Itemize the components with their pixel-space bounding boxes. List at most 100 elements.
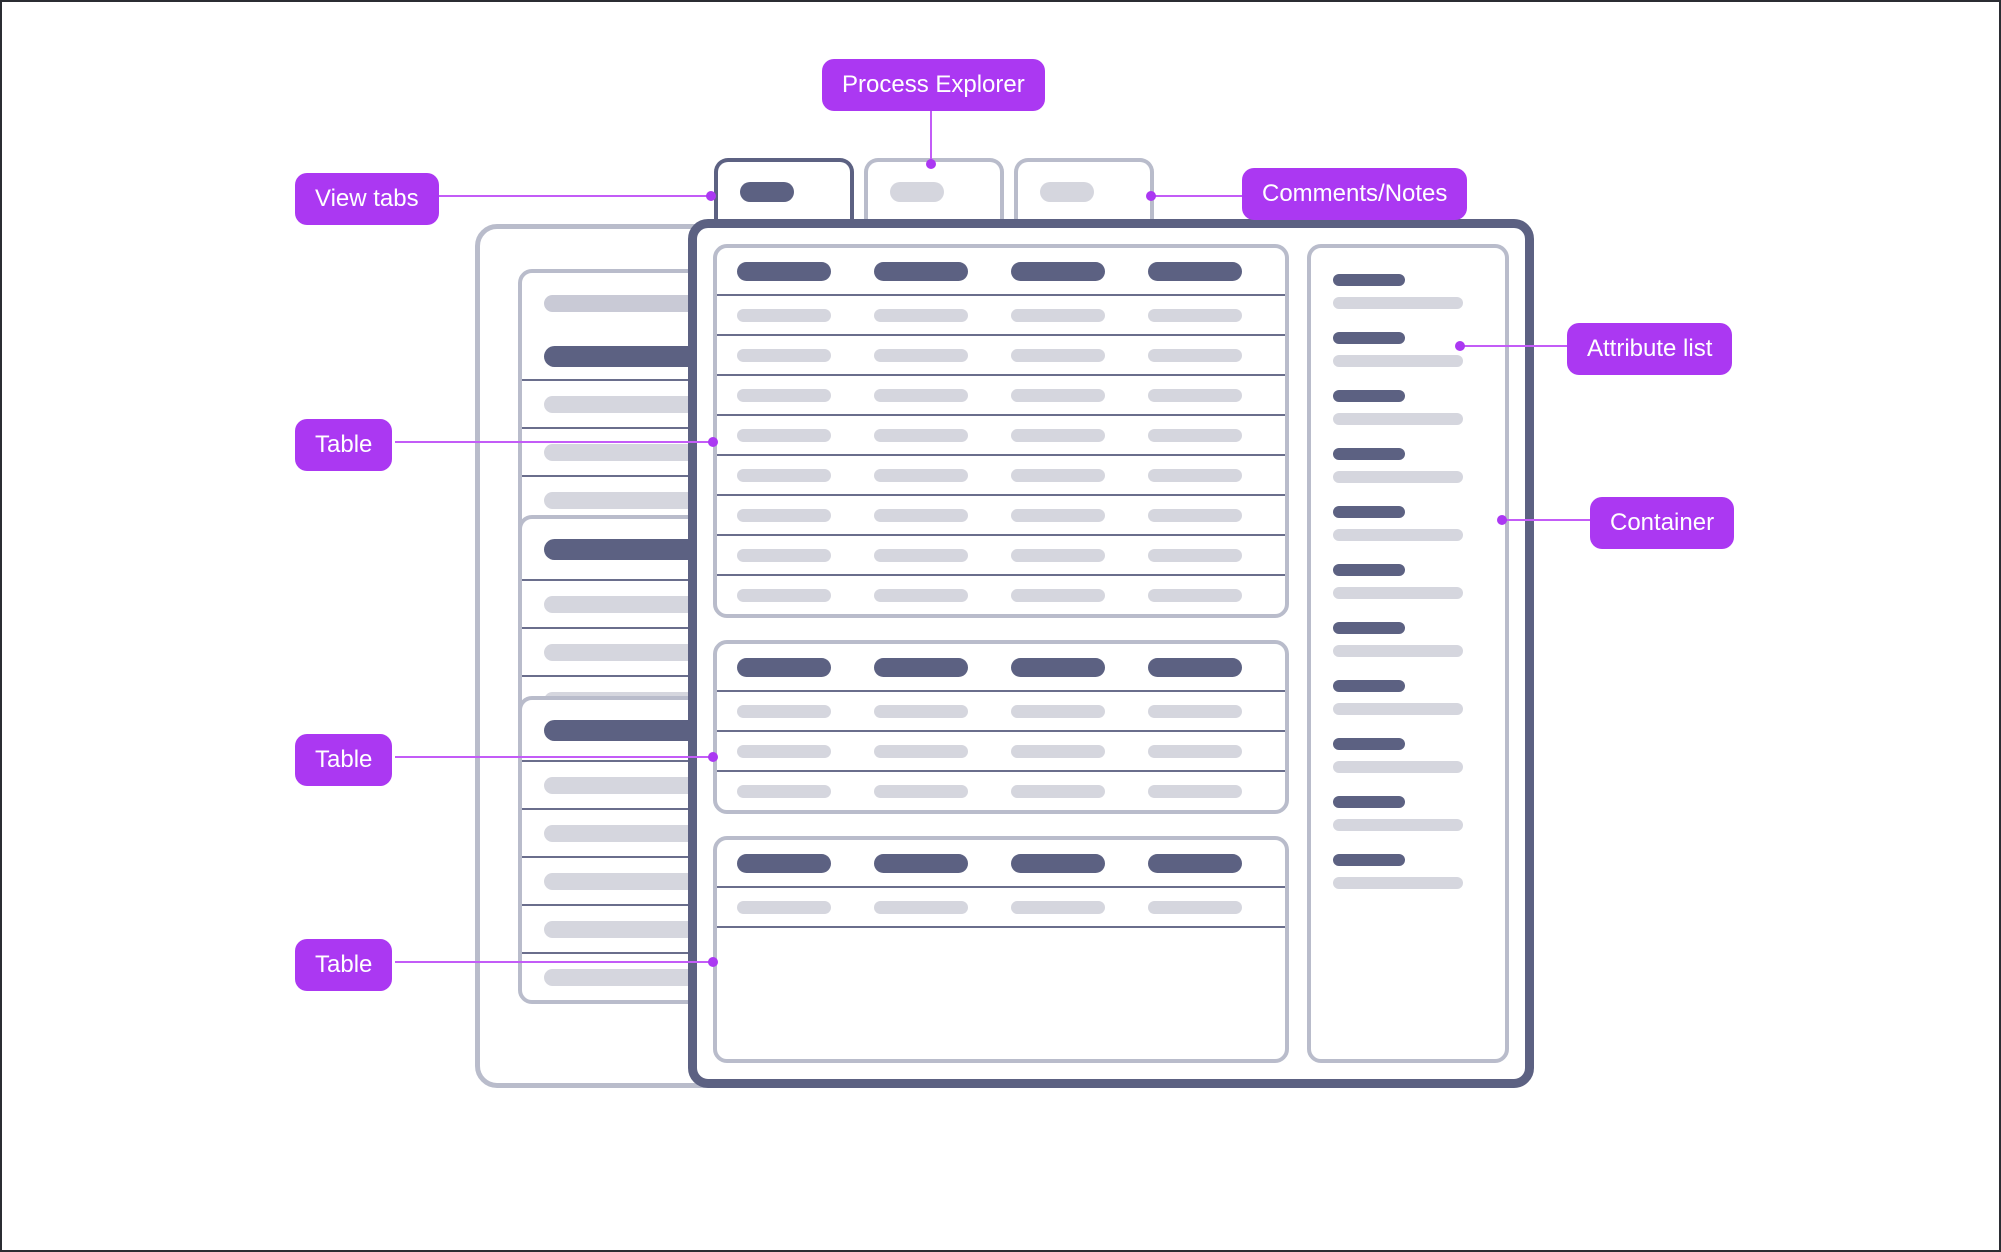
cell-value-placeholder <box>874 588 968 602</box>
cell-value-placeholder <box>874 348 968 362</box>
connector-dot-attribute-list <box>1455 341 1465 351</box>
cell-value-placeholder <box>1011 548 1105 562</box>
cell-value-placeholder <box>1011 428 1105 442</box>
table-cell <box>864 508 1001 522</box>
attribute-item[interactable] <box>1333 796 1505 831</box>
diagram-canvas: Process Explorer View tabs Comments/Note… <box>0 0 2001 1252</box>
cell-value-placeholder <box>737 508 831 522</box>
data-table[interactable] <box>713 244 1289 618</box>
table-cell <box>1138 388 1275 402</box>
table-cell <box>864 704 1001 718</box>
table-cell <box>1001 308 1138 322</box>
table-header-row <box>717 248 1285 294</box>
table-cell <box>1001 784 1138 798</box>
attribute-name-placeholder <box>1333 738 1405 750</box>
attribute-item[interactable] <box>1333 390 1505 425</box>
table-cell <box>727 508 864 522</box>
table-row[interactable] <box>717 494 1285 534</box>
table-cell <box>1138 428 1275 442</box>
attribute-value-placeholder <box>1333 819 1463 831</box>
column-header[interactable] <box>1001 657 1138 677</box>
cell-value-placeholder <box>1148 508 1242 522</box>
column-header[interactable] <box>1001 853 1138 873</box>
attribute-item[interactable] <box>1333 738 1505 773</box>
attribute-item[interactable] <box>1333 854 1505 889</box>
table-row[interactable] <box>717 374 1285 414</box>
attribute-name-placeholder <box>1333 564 1405 576</box>
attribute-item[interactable] <box>1333 506 1505 541</box>
table-cell <box>864 468 1001 482</box>
table-row[interactable] <box>717 886 1285 926</box>
column-header[interactable] <box>727 261 864 281</box>
table-cell <box>1001 428 1138 442</box>
table-row[interactable] <box>717 454 1285 494</box>
cell-value-placeholder <box>874 468 968 482</box>
attribute-value-placeholder <box>1333 355 1463 367</box>
attribute-item[interactable] <box>1333 680 1505 715</box>
table-row[interactable] <box>717 690 1285 730</box>
table-cell <box>1138 588 1275 602</box>
column-header[interactable] <box>727 853 864 873</box>
attribute-name-placeholder <box>1333 332 1405 344</box>
table-cell <box>1001 508 1138 522</box>
attribute-item[interactable] <box>1333 332 1505 367</box>
table-cell <box>1138 508 1275 522</box>
connector-dot-view-tabs <box>706 191 716 201</box>
connector-dot-table-2 <box>708 752 718 762</box>
table-row[interactable] <box>717 730 1285 770</box>
table-cell <box>864 784 1001 798</box>
table-cell <box>727 308 864 322</box>
attribute-item[interactable] <box>1333 448 1505 483</box>
column-header-placeholder <box>1148 853 1242 873</box>
column-header[interactable] <box>1138 657 1275 677</box>
connector-dot-process-explorer <box>926 159 936 169</box>
table-row[interactable] <box>717 534 1285 574</box>
table-cell <box>727 784 864 798</box>
table-row[interactable] <box>717 414 1285 454</box>
column-header[interactable] <box>864 853 1001 873</box>
table-cell <box>1138 704 1275 718</box>
attribute-list-panel[interactable] <box>1307 244 1509 1063</box>
column-header[interactable] <box>1138 261 1275 281</box>
column-header-placeholder <box>737 853 831 873</box>
table-cell <box>1001 348 1138 362</box>
connector-comments-notes <box>1150 195 1246 197</box>
annotation-table-3: Table <box>295 939 393 991</box>
column-header[interactable] <box>864 261 1001 281</box>
column-header-placeholder <box>874 657 968 677</box>
cell-value-placeholder <box>874 744 968 758</box>
table-header-row <box>717 840 1285 886</box>
table-cell <box>1138 348 1275 362</box>
column-header[interactable] <box>864 657 1001 677</box>
cell-value-placeholder <box>737 704 831 718</box>
column-header[interactable] <box>1001 261 1138 281</box>
connector-container <box>1502 519 1594 521</box>
attribute-value-placeholder <box>1333 413 1463 425</box>
attribute-item[interactable] <box>1333 274 1505 309</box>
cell-value-placeholder <box>874 428 968 442</box>
attribute-item[interactable] <box>1333 622 1505 657</box>
data-table[interactable] <box>713 836 1289 1063</box>
annotation-table-2: Table <box>295 734 393 786</box>
table-row[interactable] <box>717 334 1285 374</box>
cell-value-placeholder <box>737 428 831 442</box>
cell-value-placeholder <box>1011 468 1105 482</box>
cell-value-placeholder <box>874 388 968 402</box>
column-header[interactable] <box>1138 853 1275 873</box>
table-row[interactable] <box>717 574 1285 614</box>
table-row[interactable] <box>717 294 1285 334</box>
annotation-comments-notes: Comments/Notes <box>1242 168 1468 220</box>
table-row[interactable] <box>717 770 1285 810</box>
cell-value-placeholder <box>1011 900 1105 914</box>
table-cell <box>1138 468 1275 482</box>
table-cell <box>1001 548 1138 562</box>
cell-value-placeholder <box>1148 744 1242 758</box>
table-cell <box>1001 900 1138 914</box>
connector-view-tabs <box>439 195 711 197</box>
table-cell <box>727 348 864 362</box>
attribute-item[interactable] <box>1333 564 1505 599</box>
column-header[interactable] <box>727 657 864 677</box>
data-table[interactable] <box>713 640 1289 814</box>
table-cell <box>1001 388 1138 402</box>
attribute-value-placeholder <box>1333 529 1463 541</box>
